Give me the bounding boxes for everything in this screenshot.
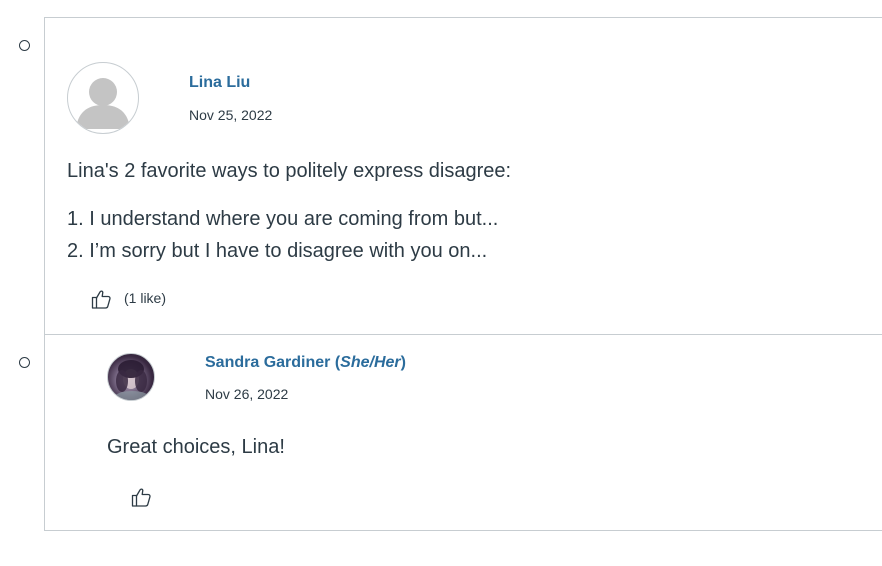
- entry-2-author-pronouns: She/Her: [340, 354, 401, 371]
- entry-1-author-link[interactable]: Lina Liu: [189, 74, 250, 92]
- entry-2-author-close: ): [400, 354, 406, 371]
- entry-1-list-item-2: 2. I’m sorry but I have to disagree with…: [67, 240, 488, 262]
- entry-2-author-name: Sandra Gardiner (: [205, 354, 341, 371]
- entry-1-date: Nov 25, 2022: [189, 107, 273, 123]
- entry-2-author-link[interactable]: Sandra Gardiner (She/Her): [205, 354, 406, 372]
- user-photo-avatar[interactable]: [107, 353, 155, 401]
- entry-1-list-item-1: 1. I understand where you are coming fro…: [67, 208, 499, 230]
- thumbs-up-icon[interactable]: [90, 288, 112, 310]
- reply-1-select-radio[interactable]: [19, 40, 30, 51]
- reply-2-select-radio[interactable]: [19, 357, 30, 368]
- entry-2-text: Great choices, Lina!: [107, 436, 285, 458]
- entry-divider: [44, 334, 882, 335]
- entry-1-like-count: (1 like): [124, 290, 167, 306]
- entry-2-date: Nov 26, 2022: [205, 386, 289, 402]
- default-user-icon[interactable]: [67, 62, 139, 134]
- entry-1-intro: Lina's 2 favorite ways to politely expre…: [67, 160, 512, 182]
- thumbs-up-icon[interactable]: [130, 486, 152, 508]
